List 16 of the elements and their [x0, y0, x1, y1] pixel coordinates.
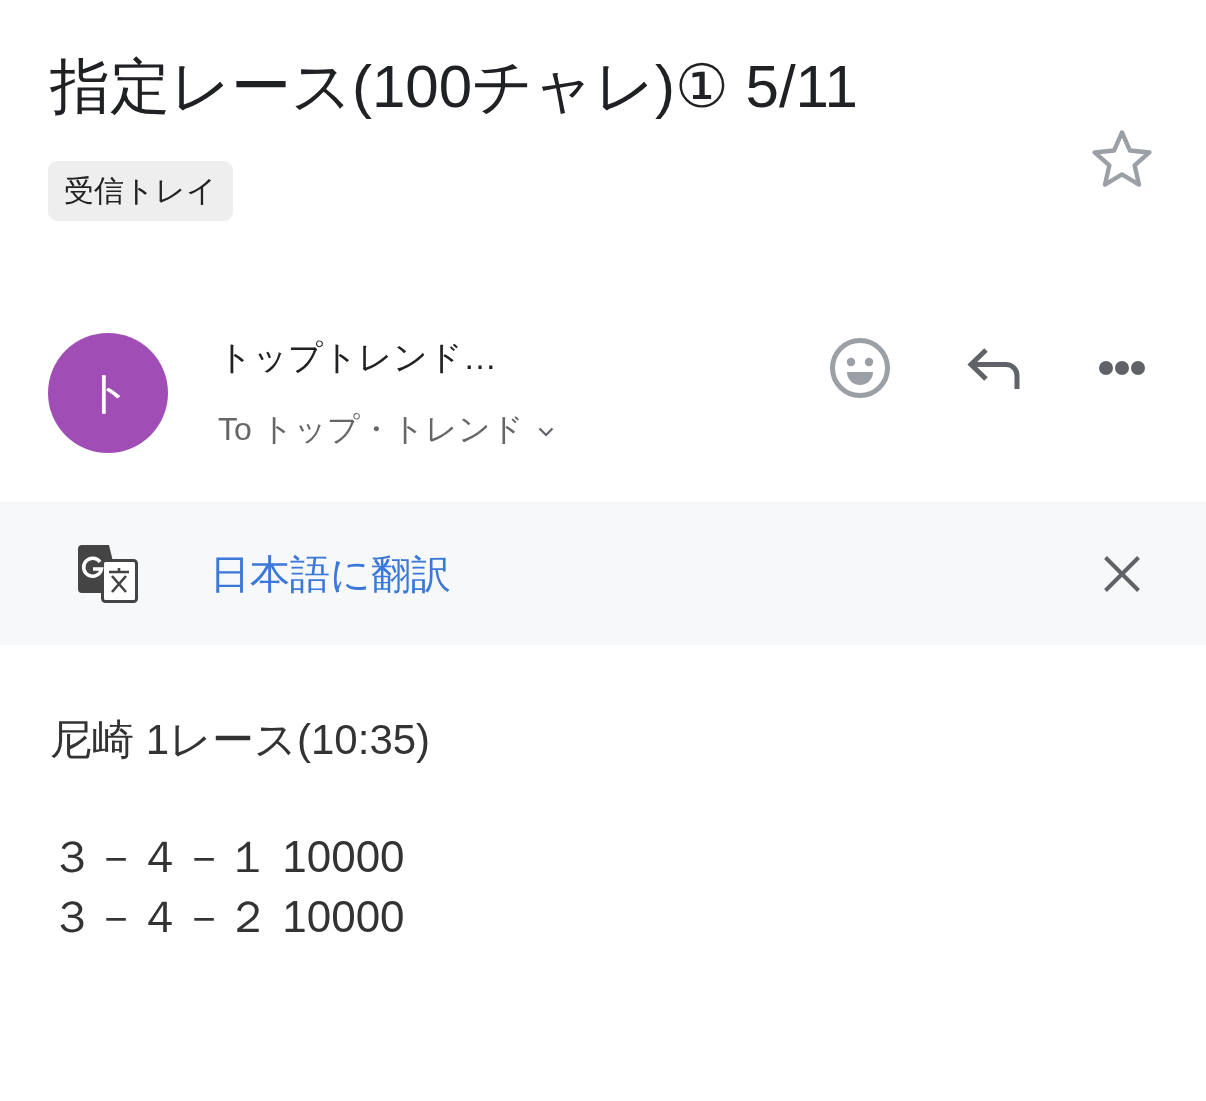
chevron-down-icon — [537, 427, 554, 437]
recipients-toggle[interactable]: To トップ・トレンド — [218, 404, 554, 454]
label-chip: 受信トレイ — [48, 161, 233, 221]
body-text-line: ３－４－２ 10000 — [50, 892, 405, 941]
more-icon[interactable] — [1098, 360, 1146, 376]
reply-icon[interactable] — [966, 347, 1022, 389]
body-text-line: 尼崎 1レース(10:35) — [50, 716, 431, 763]
close-icon[interactable] — [1104, 555, 1140, 592]
smiley-icon[interactable] — [830, 338, 890, 398]
sender-name: トップトレンド… — [218, 337, 497, 378]
avatar: ト — [48, 333, 168, 453]
star-icon[interactable] — [1092, 130, 1152, 187]
body-text-line: ３－４－１ 10000 — [50, 832, 405, 881]
translate-icon — [78, 544, 138, 603]
translate-link[interactable]: 日本語に翻訳 — [210, 545, 451, 602]
email-subject: 指定レース(100チャレ)① 5/11 — [50, 52, 858, 122]
